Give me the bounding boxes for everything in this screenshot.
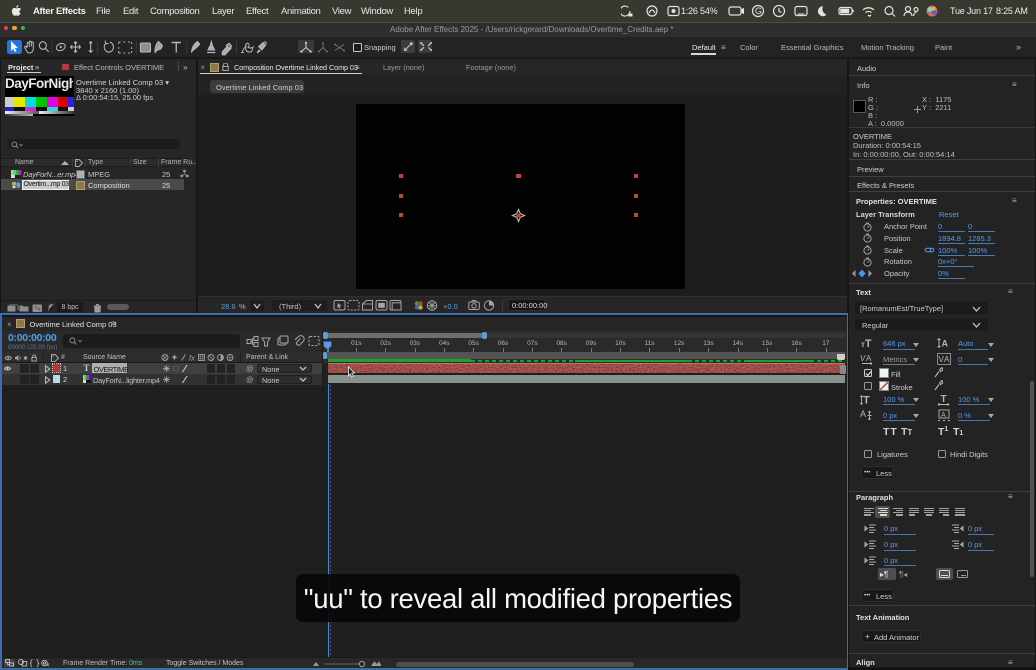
svg-text:G: G [755,6,762,16]
svg-text:T: T [863,395,870,407]
svg-text:T: T [941,394,947,405]
svg-text:A: A [941,412,946,419]
svg-text:A: A [944,355,950,364]
svg-text:A: A [942,339,949,349]
svg-text:fx: fx [189,354,195,363]
svg-text:A: A [860,409,866,419]
svg-text:A: A [866,354,872,363]
